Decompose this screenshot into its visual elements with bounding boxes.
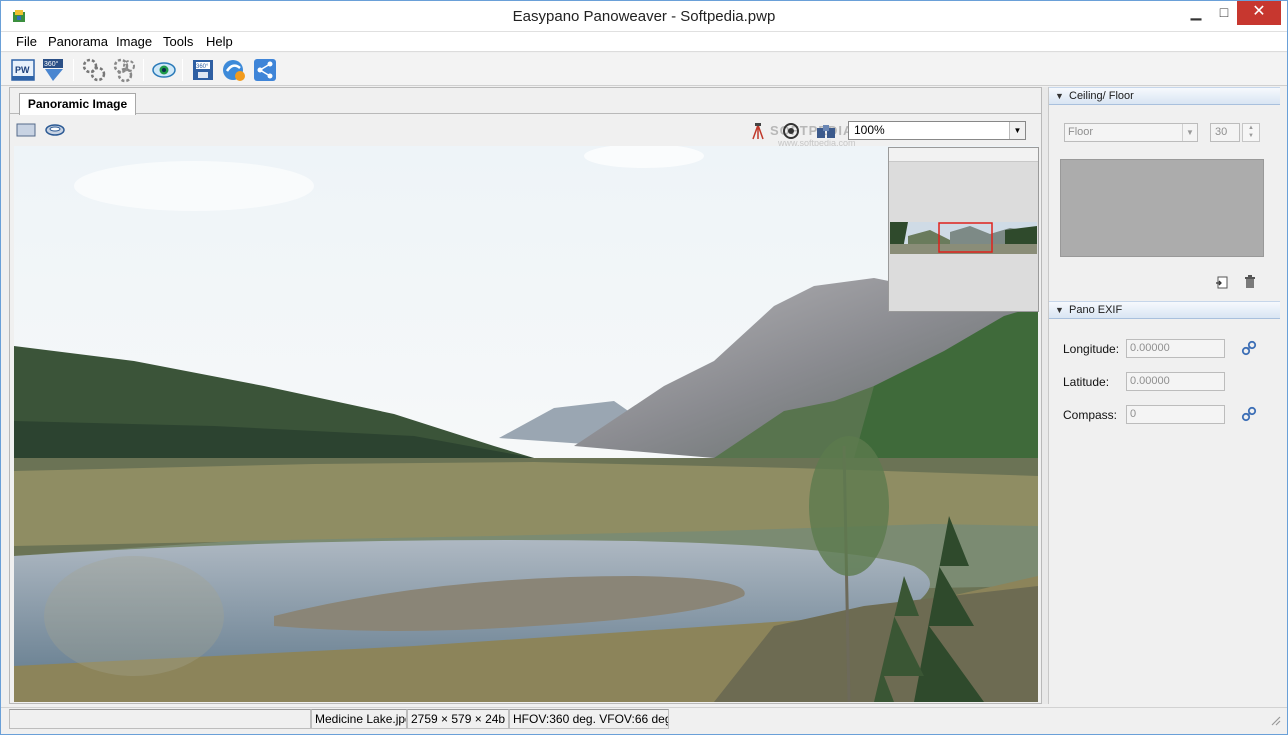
- save-360-icon[interactable]: 360°: [190, 57, 216, 83]
- collapse-triangle-icon[interactable]: ▼: [1055, 302, 1064, 318]
- preview-eye-icon[interactable]: [151, 57, 177, 83]
- floor-image-preview: [1060, 159, 1264, 257]
- batch-stitch-icon[interactable]: [112, 57, 138, 83]
- window-title: Easypano Panoweaver - Softpedia.pwp: [512, 8, 776, 25]
- pw-text: PW: [15, 65, 30, 75]
- longitude-label: Longitude:: [1063, 342, 1120, 356]
- menu-tools[interactable]: Tools: [163, 34, 193, 49]
- ceiling-floor-header[interactable]: ▼ Ceiling/ Floor: [1049, 87, 1280, 105]
- zoom-value: 100%: [854, 123, 885, 137]
- app-window: Easypano Panoweaver - Softpedia.pwp ▁ □ …: [0, 0, 1288, 735]
- new-project-icon[interactable]: PW: [10, 57, 36, 83]
- delete-icon[interactable]: [1243, 275, 1257, 289]
- toolbar-separator: [73, 59, 74, 81]
- tripod-icon[interactable]: [750, 122, 766, 140]
- zoom-select[interactable]: 100% ▼: [848, 121, 1026, 140]
- share-icon[interactable]: [252, 57, 278, 83]
- menu-help[interactable]: Help: [206, 34, 233, 49]
- tab-strip: Panoramic Image: [10, 88, 1041, 115]
- resize-grip-icon[interactable]: [1269, 714, 1281, 726]
- target-icon[interactable]: [782, 122, 800, 140]
- floor-size-spinner[interactable]: 30: [1210, 123, 1240, 142]
- spinner-buttons[interactable]: ▲ ▼: [1242, 123, 1260, 142]
- close-button[interactable]: ✕: [1237, 1, 1281, 25]
- main-toolbar: PW 360° 360°: [1, 53, 1287, 86]
- status-bar: Medicine Lake.jpg 2759 × 579 × 24b HFOV:…: [1, 707, 1287, 729]
- dropdown-arrow-icon[interactable]: ▼: [1182, 124, 1197, 141]
- navigator-icon[interactable]: [816, 123, 836, 139]
- pano-exif-header[interactable]: ▼ Pano EXIF: [1049, 301, 1280, 319]
- badge-360-text: 360°: [44, 60, 59, 68]
- link-icon[interactable]: [1241, 406, 1257, 422]
- flat-view-icon[interactable]: [16, 122, 36, 138]
- pano-exif-title: Pano EXIF: [1069, 304, 1123, 316]
- toolbar-separator: [143, 59, 144, 81]
- navigator-header: [889, 148, 1038, 162]
- import-image-icon[interactable]: [1215, 275, 1229, 289]
- cylinder-view-icon[interactable]: [44, 122, 66, 138]
- latitude-label: Latitude:: [1063, 375, 1110, 389]
- floor-select-value: Floor: [1068, 126, 1094, 138]
- ceiling-floor-title: Ceiling/ Floor: [1069, 90, 1134, 102]
- dropdown-arrow-icon[interactable]: ▼: [1009, 122, 1025, 139]
- publish-360-icon[interactable]: 360°: [41, 57, 67, 83]
- stitch-icon[interactable]: [81, 57, 107, 83]
- navigator-thumbnail[interactable]: [890, 222, 1037, 254]
- navigator-panel[interactable]: [888, 147, 1039, 312]
- image-toolbar: SOFTPEDIA www.softpedia.com 100% ▼: [10, 116, 1041, 148]
- properties-panel: ▼ Ceiling/ Floor Floor ▼ 30 ▲ ▼ ▼ Pano EX…: [1048, 87, 1281, 704]
- status-file-name: Medicine Lake.jpg: [311, 709, 407, 729]
- floor-select[interactable]: Floor ▼: [1064, 123, 1198, 142]
- longitude-field[interactable]: 0.00000: [1126, 339, 1225, 358]
- status-fov: HFOV:360 deg. VFOV:66 deg.: [509, 709, 669, 729]
- panorama-panel: Panoramic Image SOFTPEDIA www.softpedia.…: [9, 87, 1042, 704]
- collapse-triangle-icon[interactable]: ▼: [1055, 88, 1064, 104]
- tab-panoramic-image[interactable]: Panoramic Image: [19, 93, 136, 115]
- compass-label: Compass:: [1063, 408, 1118, 422]
- menu-file[interactable]: File: [16, 34, 37, 49]
- panorama-image[interactable]: [14, 146, 1038, 702]
- publish-web-icon[interactable]: [221, 57, 247, 83]
- compass-field[interactable]: 0: [1126, 405, 1225, 424]
- toolbar-separator: [182, 59, 183, 81]
- title-bar: Easypano Panoweaver - Softpedia.pwp ▁ □ …: [1, 1, 1287, 32]
- menu-bar: File Panorama Image Tools Help: [1, 32, 1287, 52]
- status-image-size: 2759 × 579 × 24b: [407, 709, 509, 729]
- menu-image[interactable]: Image: [116, 34, 152, 49]
- minimize-button[interactable]: ▁: [1181, 1, 1211, 25]
- status-empty-cell: [9, 709, 311, 729]
- badge-360-text: 360°: [196, 64, 209, 70]
- maximize-button[interactable]: □: [1209, 1, 1239, 25]
- menu-panorama[interactable]: Panorama: [48, 34, 108, 49]
- link-icon[interactable]: [1241, 340, 1257, 356]
- latitude-field[interactable]: 0.00000: [1126, 372, 1225, 391]
